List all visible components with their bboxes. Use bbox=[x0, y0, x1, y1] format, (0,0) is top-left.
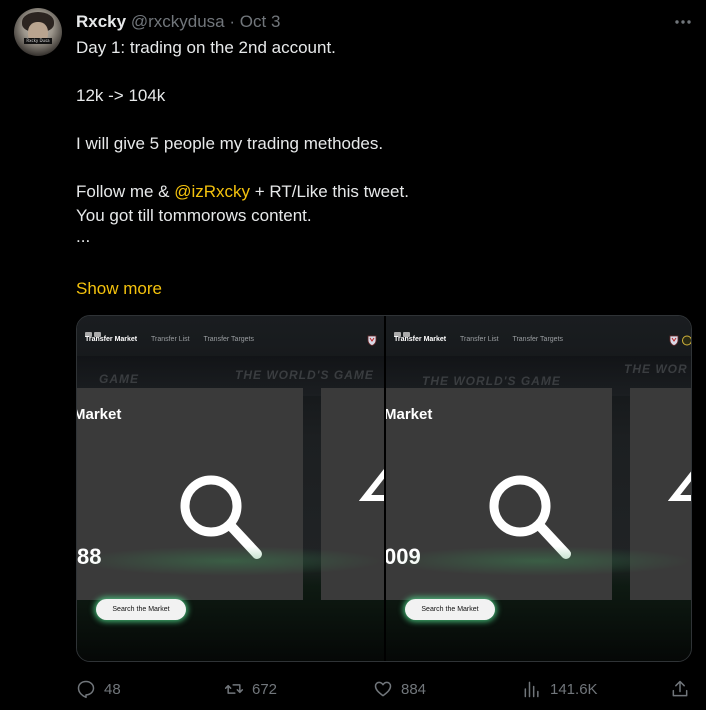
views-count: 141.6K bbox=[550, 680, 598, 698]
separator-dot: · bbox=[229, 12, 236, 31]
avatar[interactable]: Rxcky Dusa bbox=[14, 8, 62, 56]
reply-button[interactable]: 48 bbox=[76, 676, 121, 702]
club-badge-icon bbox=[367, 335, 377, 346]
media-image-right[interactable]: Transfer Market Transfer List Transfer T… bbox=[386, 316, 691, 661]
search-market-button: Search the Market bbox=[405, 599, 495, 620]
author-handle[interactable]: @rxckydusa bbox=[131, 12, 225, 31]
banner-text: THE WORLD'S GAME bbox=[422, 374, 561, 388]
pitch-glow bbox=[77, 546, 384, 576]
more-icon[interactable] bbox=[672, 12, 694, 32]
tweet-line bbox=[76, 60, 676, 84]
banner-text: GAME bbox=[99, 372, 139, 386]
like-icon bbox=[374, 681, 392, 697]
author-name[interactable]: Rxcky bbox=[76, 12, 126, 31]
tweet-line bbox=[76, 156, 676, 180]
transfer-nav: Transfer Market Transfer List Transfer T… bbox=[394, 336, 575, 343]
tweet-line bbox=[76, 108, 676, 132]
tweet-text: Day 1: trading on the 2nd account. 12k -… bbox=[76, 36, 676, 248]
tweet-header: Rxcky @rxckydusa · Oct 3 bbox=[76, 12, 280, 32]
nav-transfer-list: Transfer List bbox=[150, 336, 190, 343]
card-title: Market bbox=[386, 406, 433, 423]
tweet-line: 12k -> 104k bbox=[76, 86, 166, 105]
mention-link[interactable]: @izRxcky bbox=[174, 182, 250, 201]
nav-transfer-list: Transfer List bbox=[459, 336, 499, 343]
tweet-line: Day 1: trading on the 2nd account. bbox=[76, 38, 336, 57]
reply-icon bbox=[77, 680, 95, 699]
share-button[interactable] bbox=[670, 676, 698, 702]
club-badge-icon bbox=[669, 335, 679, 346]
transfer-nav: Transfer Market Transfer List Transfer T… bbox=[85, 336, 266, 343]
retweet-button[interactable]: 672 bbox=[224, 676, 277, 702]
views-button[interactable]: 141.6K bbox=[522, 676, 598, 702]
views-icon bbox=[524, 681, 539, 698]
media-grid[interactable]: Transfer Market Transfer List Transfer T… bbox=[76, 315, 692, 662]
tweet-line: I will give 5 people my trading methodes… bbox=[76, 134, 384, 153]
retweet-icon bbox=[224, 684, 244, 694]
like-button[interactable]: 884 bbox=[373, 676, 426, 702]
search-market-button: Search the Market bbox=[96, 599, 186, 620]
tweet[interactable]: Rxcky Dusa Rxcky @rxckydusa · Oct 3 Day … bbox=[0, 0, 706, 710]
reply-count: 48 bbox=[104, 680, 121, 698]
show-more-link[interactable]: Show more bbox=[76, 277, 162, 301]
nav-transfer-targets: Transfer Targets bbox=[203, 336, 255, 343]
tweet-line: You got till tommorows content. bbox=[76, 206, 312, 225]
card-title: Market bbox=[77, 406, 122, 423]
controller-icons bbox=[394, 324, 412, 337]
retweet-count: 672 bbox=[252, 680, 278, 698]
controller-icons bbox=[85, 324, 103, 337]
share-icon bbox=[672, 680, 688, 697]
tweet-date[interactable]: Oct 3 bbox=[240, 12, 281, 31]
tweet-line: ... bbox=[76, 227, 91, 246]
like-count: 884 bbox=[401, 680, 427, 698]
follow-text-after: + RT/Like this tweet. bbox=[250, 182, 409, 201]
tweet-actions: 48 672 884 141.6K bbox=[76, 676, 692, 702]
nav-transfer-market: Transfer Market bbox=[85, 336, 138, 343]
nav-transfer-targets: Transfer Targets bbox=[512, 336, 564, 343]
banner-text: THE WORLD'S GAME bbox=[235, 368, 374, 382]
card-glyph-icon bbox=[359, 468, 384, 501]
card-glyph-icon bbox=[668, 471, 691, 501]
pitch-glow bbox=[386, 546, 691, 576]
nav-transfer-market: Transfer Market bbox=[394, 336, 447, 343]
avatar-tag: Rxcky Dusa bbox=[24, 38, 52, 44]
media-image-left[interactable]: Transfer Market Transfer List Transfer T… bbox=[77, 316, 384, 661]
follow-text-before: Follow me & bbox=[76, 182, 175, 201]
banner-text: THE WOR bbox=[624, 362, 688, 376]
follow-line: Follow me & @izRxcky + RT/Like this twee… bbox=[76, 180, 676, 204]
coins-icon bbox=[682, 335, 691, 346]
